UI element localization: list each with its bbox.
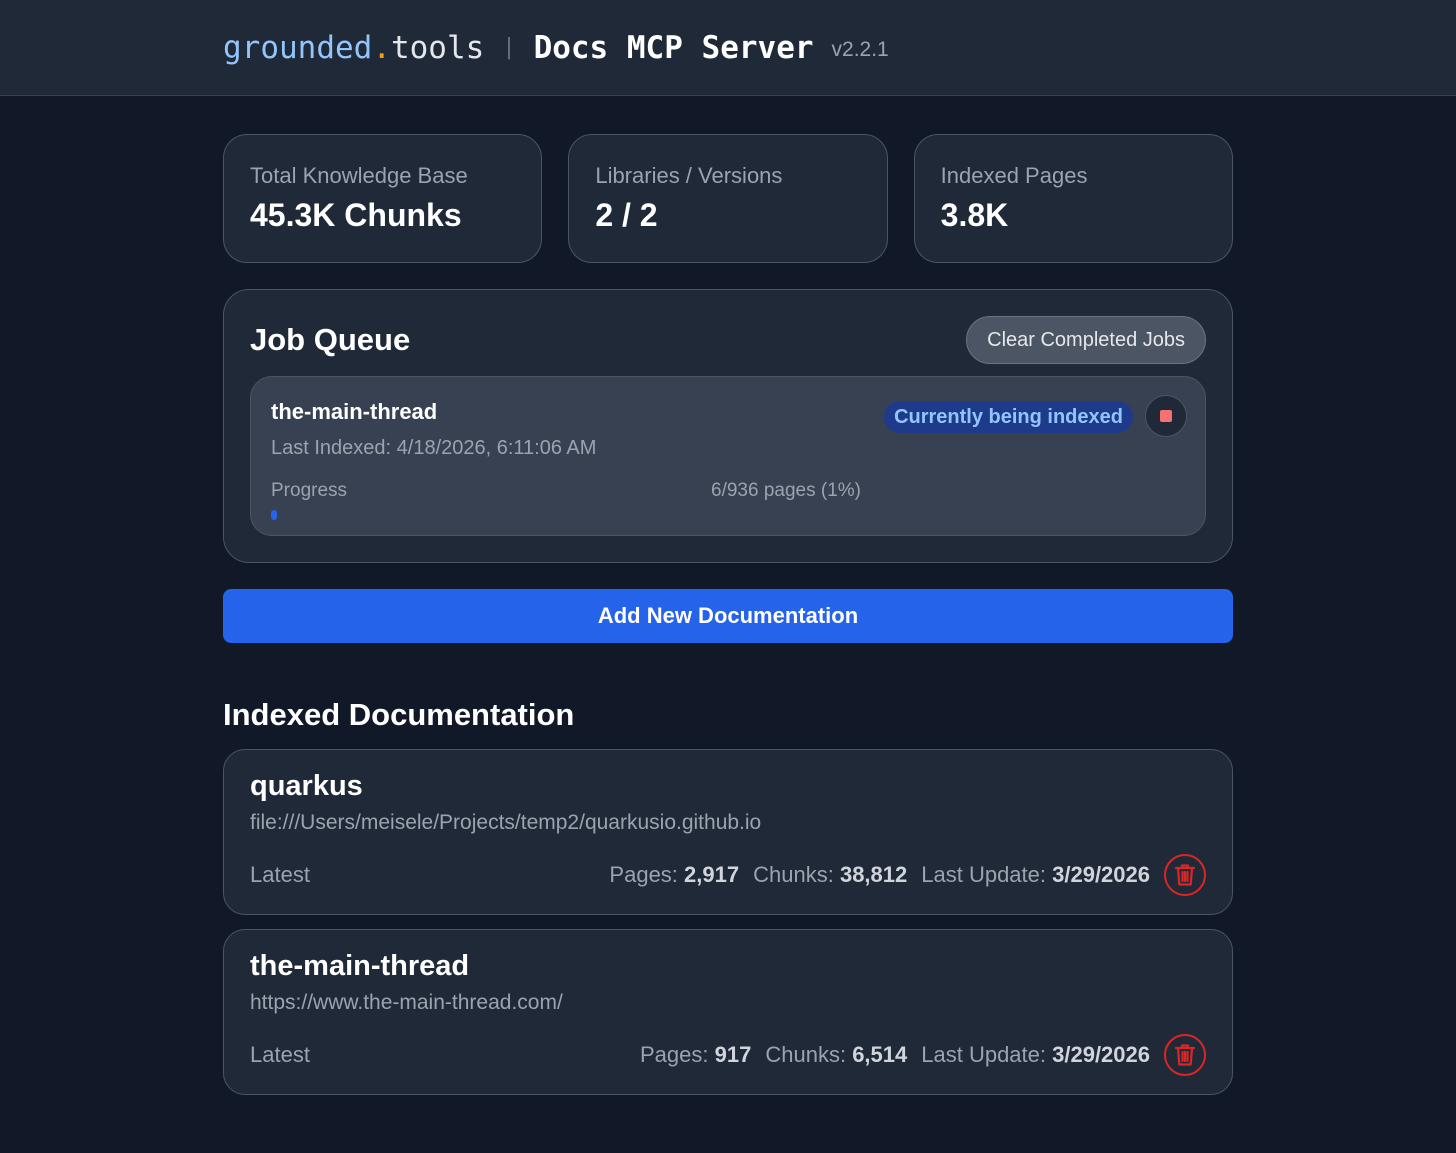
job-queue-panel: Job Queue Clear Completed Jobs the-main-… bbox=[223, 289, 1233, 563]
doc-chunks-value: 38,812 bbox=[839, 862, 908, 887]
stop-job-button[interactable] bbox=[1145, 395, 1187, 437]
job-last-indexed: Last Indexed: 4/18/2026, 6:11:06 AM bbox=[271, 437, 597, 459]
doc-meta: Pages: 2,917 Chunks: 38,812 Last Update:… bbox=[609, 854, 1206, 896]
doc-version: Latest bbox=[250, 862, 310, 887]
doc-chunks: Chunks: 6,514 bbox=[765, 1042, 907, 1068]
job-queue-title: Job Queue bbox=[250, 322, 411, 357]
doc-url: https://www.the-main-thread.com/ bbox=[250, 991, 563, 1014]
doc-meta: Pages: 917 Chunks: 6,514 Last Update: 3/… bbox=[640, 1034, 1206, 1076]
stat-label: Total Knowledge Base bbox=[250, 163, 468, 188]
doc-pages-value: 2,917 bbox=[684, 862, 740, 887]
doc-url: file:///Users/meisele/Projects/temp2/qua… bbox=[250, 811, 762, 834]
doc-last-update: Last Update: 3/29/2026 bbox=[921, 1042, 1150, 1068]
doc-card-the-main-thread: the-main-thread https://www.the-main-thr… bbox=[223, 929, 1233, 1095]
delete-doc-button[interactable] bbox=[1164, 854, 1206, 896]
doc-pages: Pages: 917 bbox=[640, 1042, 751, 1068]
stat-value: 3.8K bbox=[940, 197, 1009, 233]
app-title: Docs MCP Server bbox=[533, 29, 814, 66]
progress-row: Progress 6/936 pages (1%) bbox=[271, 480, 1185, 502]
doc-pages-label: Pages: bbox=[609, 862, 678, 887]
brand: grounded. tools | Docs MCP Server v2.2.1 bbox=[223, 30, 889, 66]
doc-card-quarkus: quarkus file:///Users/meisele/Projects/t… bbox=[223, 749, 1233, 915]
stat-label: Libraries / Versions bbox=[595, 163, 783, 188]
main-content: Total Knowledge Base 45.3K Chunks Librar… bbox=[223, 134, 1233, 1095]
version-label: v2.2.1 bbox=[831, 37, 889, 61]
doc-footer: Latest Pages: 917 Chunks: 6,514 Last Upd… bbox=[250, 1034, 1206, 1076]
stats-row: Total Knowledge Base 45.3K Chunks Librar… bbox=[223, 134, 1233, 263]
doc-chunks-value: 6,514 bbox=[852, 1042, 908, 1067]
progress-bar bbox=[271, 510, 871, 520]
brand-separator: | bbox=[502, 35, 516, 60]
delete-doc-button[interactable] bbox=[1164, 1034, 1206, 1076]
doc-name: quarkus bbox=[250, 770, 363, 802]
top-bar: grounded. tools | Docs MCP Server v2.2.1 bbox=[0, 0, 1456, 96]
doc-chunks-label: Chunks: bbox=[765, 1042, 847, 1067]
trash-icon bbox=[1174, 864, 1196, 886]
stat-label: Indexed Pages bbox=[940, 163, 1088, 188]
brand-tools: tools bbox=[390, 29, 485, 66]
doc-version: Latest bbox=[250, 1042, 310, 1067]
doc-update-value: 3/29/2026 bbox=[1052, 1042, 1150, 1067]
doc-pages: Pages: 2,917 bbox=[609, 862, 739, 888]
status-badge: Currently being indexed bbox=[884, 401, 1133, 433]
brand-grounded: grounded bbox=[223, 29, 373, 66]
job-item: the-main-thread Last Indexed: 4/18/2026,… bbox=[250, 376, 1206, 536]
doc-name: the-main-thread bbox=[250, 950, 470, 982]
indexed-documentation-title: Indexed Documentation bbox=[223, 697, 575, 732]
doc-footer: Latest Pages: 2,917 Chunks: 38,812 Last … bbox=[250, 854, 1206, 896]
progress-label: Progress bbox=[271, 480, 348, 501]
add-new-documentation-button[interactable]: Add New Documentation bbox=[223, 589, 1233, 643]
stop-icon bbox=[1160, 410, 1172, 422]
doc-update-value: 3/29/2026 bbox=[1052, 862, 1150, 887]
stat-card-libraries: Libraries / Versions 2 / 2 bbox=[568, 134, 888, 263]
doc-last-update: Last Update: 3/29/2026 bbox=[921, 862, 1150, 888]
progress-fill bbox=[271, 510, 277, 520]
doc-chunks-label: Chunks: bbox=[753, 862, 834, 887]
stat-card-knowledge-base: Total Knowledge Base 45.3K Chunks bbox=[223, 134, 543, 263]
brand-dot: . bbox=[372, 29, 391, 66]
stat-value: 2 / 2 bbox=[595, 197, 658, 233]
doc-pages-label: Pages: bbox=[640, 1042, 709, 1067]
job-queue-header: Job Queue Clear Completed Jobs bbox=[250, 316, 1206, 364]
doc-chunks: Chunks: 38,812 bbox=[753, 862, 907, 888]
clear-completed-jobs-button[interactable]: Clear Completed Jobs bbox=[966, 316, 1206, 364]
stat-card-indexed-pages: Indexed Pages 3.8K bbox=[913, 134, 1233, 263]
doc-update-label: Last Update: bbox=[921, 862, 1046, 887]
doc-pages-value: 917 bbox=[714, 1042, 752, 1067]
trash-icon bbox=[1174, 1044, 1196, 1066]
stat-value: 45.3K Chunks bbox=[250, 197, 462, 233]
doc-update-label: Last Update: bbox=[921, 1042, 1046, 1067]
progress-text: 6/936 pages (1%) bbox=[711, 480, 861, 501]
